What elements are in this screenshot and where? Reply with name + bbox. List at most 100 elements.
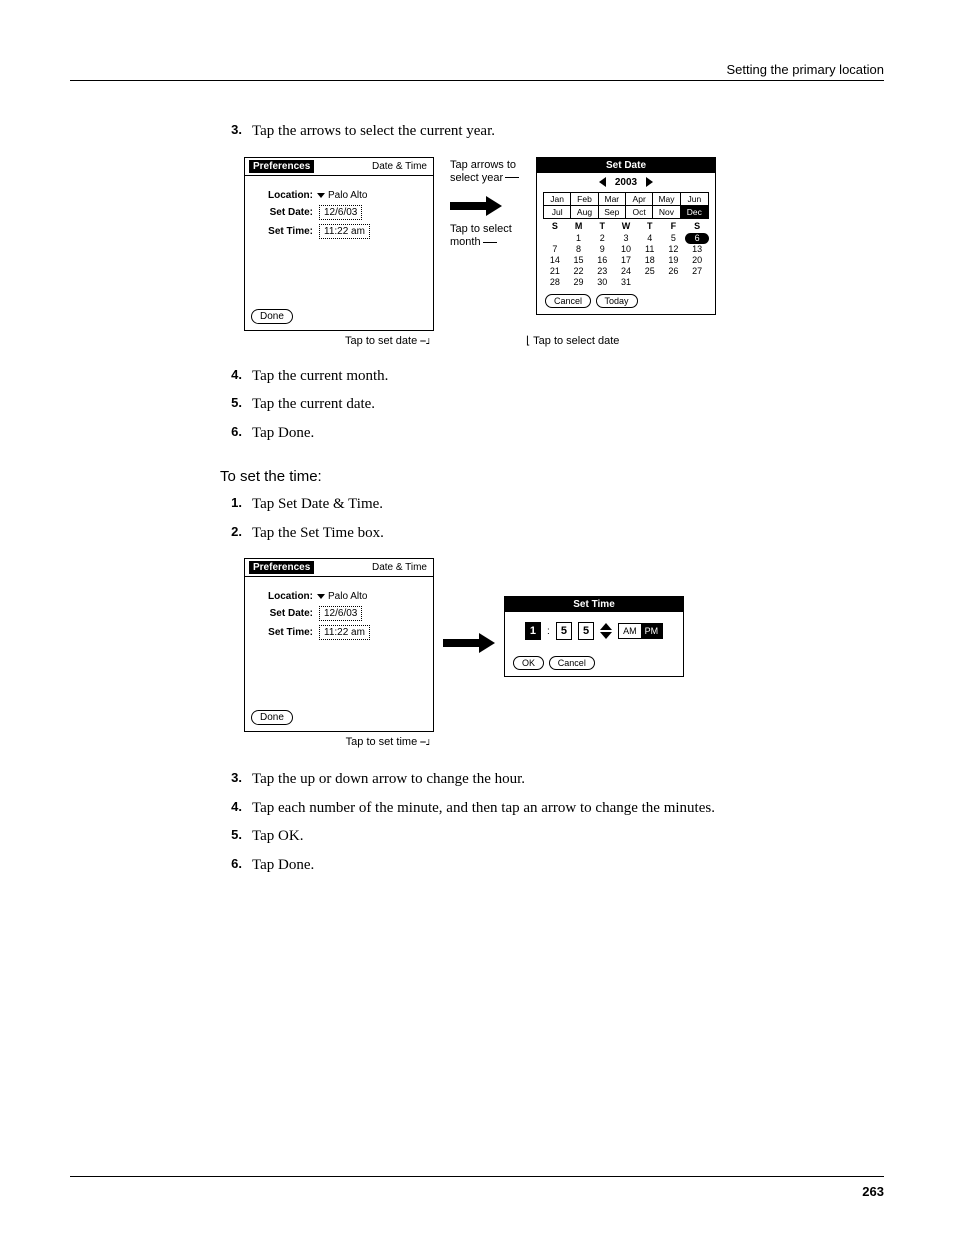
settime-title: Set Time	[505, 597, 683, 612]
day-cell[interactable]: 6	[685, 233, 709, 244]
up-arrow-icon[interactable]	[600, 623, 612, 630]
settime-box[interactable]: 11:22 am	[319, 224, 370, 239]
month-cell[interactable]: Dec	[681, 206, 708, 218]
day-cell[interactable]: 29	[567, 277, 591, 288]
pm-option[interactable]: PM	[641, 624, 663, 638]
day-cell[interactable]: 12	[662, 244, 686, 255]
done-button[interactable]: Done	[251, 710, 293, 725]
day-cell[interactable]: 26	[662, 266, 686, 277]
day-cell[interactable]: 21	[543, 266, 567, 277]
month-cell[interactable]: May	[653, 193, 680, 206]
day-cell[interactable]: 4	[638, 233, 662, 244]
callout-year: Tap arrows to select year	[450, 159, 530, 185]
settime-screen: Set Time 1 : 5 5 AM PM	[504, 596, 684, 677]
month-cell[interactable]: Feb	[571, 193, 598, 206]
day-cell[interactable]: 8	[567, 244, 591, 255]
year-value: 2003	[615, 177, 637, 188]
setdate-label: Set Date:	[253, 207, 313, 218]
dropdown-icon[interactable]	[317, 594, 325, 599]
month-grid: JanFebMarAprMayJun JulAugSepOctNovDec	[543, 192, 709, 219]
day-cell[interactable]: 3	[614, 233, 638, 244]
setdate-box[interactable]: 12/6/03	[319, 606, 362, 621]
ok-button[interactable]: OK	[513, 656, 544, 670]
day-cell[interactable]: 10	[614, 244, 638, 255]
month-cell[interactable]: Nov	[653, 206, 680, 218]
day-cell[interactable]: 5	[662, 233, 686, 244]
month-cell[interactable]: Aug	[571, 206, 598, 218]
day-cell[interactable]: 27	[685, 266, 709, 277]
prefs-category[interactable]: Date & Time	[370, 561, 429, 574]
caption-settime: Tap to set time	[346, 736, 418, 748]
dow-label: S	[543, 221, 567, 231]
am-option[interactable]: AM	[619, 624, 641, 638]
day-cell[interactable]: 30	[590, 277, 614, 288]
minute-ones[interactable]: 5	[578, 622, 594, 640]
step: 4.Tap the current month.	[220, 365, 884, 388]
day-cell[interactable]: 14	[543, 255, 567, 266]
day-cell[interactable]: 17	[614, 255, 638, 266]
month-cell[interactable]: Jul	[544, 206, 571, 218]
day-cell[interactable]: 13	[685, 244, 709, 255]
day-cell[interactable]: 31	[614, 277, 638, 288]
dow-label: W	[614, 221, 638, 231]
location-value[interactable]: Palo Alto	[328, 591, 367, 602]
year-prev-icon[interactable]	[599, 177, 606, 187]
step-num: 5.	[220, 393, 242, 416]
location-label: Location:	[253, 190, 313, 201]
dow-label: T	[590, 221, 614, 231]
minute-tens[interactable]: 5	[556, 622, 572, 640]
preferences-screen: Preferences Date & Time Location: Palo A…	[244, 157, 434, 331]
day-cell[interactable]: 1	[567, 233, 591, 244]
day-cell[interactable]: 22	[567, 266, 591, 277]
arrow-icon	[443, 636, 495, 650]
ampm-toggle[interactable]: AM PM	[618, 623, 663, 639]
day-cell[interactable]: 25	[638, 266, 662, 277]
preferences-screen: Preferences Date & Time Location: Palo A…	[244, 558, 434, 732]
month-cell[interactable]: Sep	[599, 206, 626, 218]
day-cell[interactable]: 18	[638, 255, 662, 266]
hour-digit[interactable]: 1	[525, 622, 541, 640]
day-cell[interactable]: 28	[543, 277, 567, 288]
settime-label: Set Time:	[253, 627, 313, 638]
day-cell[interactable]: 9	[590, 244, 614, 255]
done-button[interactable]: Done	[251, 309, 293, 324]
cancel-button[interactable]: Cancel	[549, 656, 595, 670]
step-text: Tap each number of the minute, and then …	[252, 797, 715, 820]
dropdown-icon[interactable]	[317, 193, 325, 198]
day-cell	[685, 277, 709, 288]
day-cell[interactable]: 19	[662, 255, 686, 266]
day-cell[interactable]: 7	[543, 244, 567, 255]
settime-box[interactable]: 11:22 am	[319, 625, 370, 640]
prefs-category[interactable]: Date & Time	[370, 160, 429, 173]
day-cell[interactable]: 2	[590, 233, 614, 244]
day-cell[interactable]: 20	[685, 255, 709, 266]
location-value[interactable]: Palo Alto	[328, 190, 367, 201]
setdate-box[interactable]: 12/6/03	[319, 205, 362, 220]
step-text: Tap OK.	[252, 825, 303, 848]
dow-label: T	[638, 221, 662, 231]
month-cell[interactable]: Mar	[599, 193, 626, 206]
day-cell[interactable]: 15	[567, 255, 591, 266]
day-cell[interactable]: 11	[638, 244, 662, 255]
step: 6.Tap Done.	[220, 854, 884, 877]
month-cell[interactable]: Apr	[626, 193, 653, 206]
cancel-button[interactable]: Cancel	[545, 294, 591, 308]
year-next-icon[interactable]	[646, 177, 653, 187]
day-cell	[543, 233, 567, 244]
caption-selectdate: Tap to select date	[533, 335, 619, 347]
figure-setdate: Preferences Date & Time Location: Palo A…	[244, 157, 884, 347]
step-num: 2.	[220, 522, 242, 545]
dow-label: F	[662, 221, 686, 231]
prefs-title: Preferences	[249, 561, 314, 574]
setdate-screen: Set Date 2003 JanFebMarAprMayJun JulAugSe…	[536, 157, 716, 315]
day-cell[interactable]: 23	[590, 266, 614, 277]
day-cell[interactable]: 16	[590, 255, 614, 266]
step-num: 3.	[220, 120, 242, 143]
setdate-title: Set Date	[537, 158, 715, 173]
down-arrow-icon[interactable]	[600, 632, 612, 639]
day-cell[interactable]: 24	[614, 266, 638, 277]
month-cell[interactable]: Oct	[626, 206, 653, 218]
month-cell[interactable]: Jan	[544, 193, 571, 206]
month-cell[interactable]: Jun	[681, 193, 708, 206]
today-button[interactable]: Today	[596, 294, 638, 308]
